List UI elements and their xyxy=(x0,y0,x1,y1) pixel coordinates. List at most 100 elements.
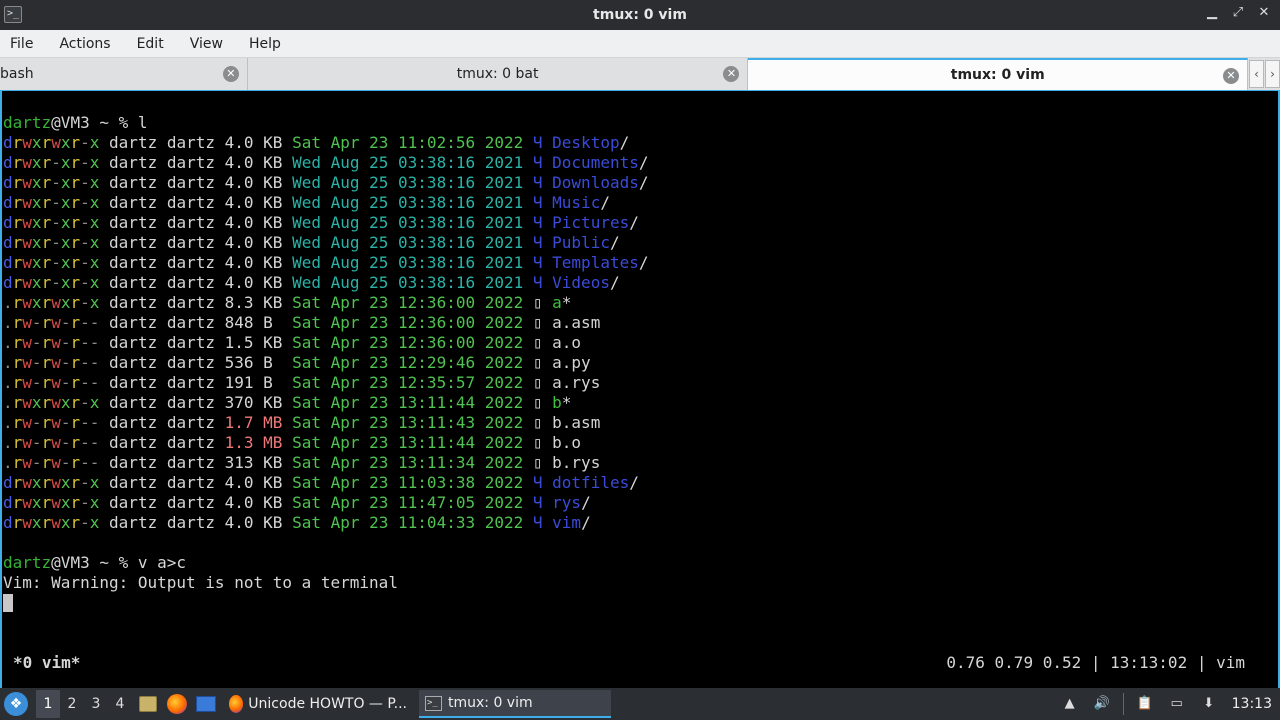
file-name: Templates xyxy=(552,253,639,272)
folder-icon: Ч xyxy=(532,193,553,212)
tab-bar: bash ✕ tmux: 0 bat ✕ tmux: 0 vim ✕ ‹ › xyxy=(0,58,1280,90)
clock[interactable]: 13:13 xyxy=(1232,696,1272,712)
workspace-4[interactable]: 4 xyxy=(108,696,132,712)
listing-row: .rw-rw-r-- dartz dartz 848 B Sat Apr 23 … xyxy=(3,313,600,332)
mod-date: Sat Apr 23 12:36:00 2022 xyxy=(282,293,533,312)
file-icon: ▯ xyxy=(532,433,553,452)
menu-view[interactable]: View xyxy=(190,36,223,52)
prompt-user: dartz xyxy=(3,553,52,572)
permissions: .rw-rw-r-- xyxy=(3,413,100,432)
file-icon: ▯ xyxy=(532,373,553,392)
folder-icon: Ч xyxy=(532,253,553,272)
owner: dartz dartz xyxy=(99,453,225,472)
workspace-1[interactable]: 1 xyxy=(36,690,60,718)
workspace-3[interactable]: 3 xyxy=(84,696,108,712)
folder-icon: Ч xyxy=(532,273,553,292)
listing-row: .rw-rw-r-- dartz dartz 536 B Sat Apr 23 … xyxy=(3,353,591,372)
tab-tmux-bat[interactable]: tmux: 0 bat ✕ xyxy=(248,58,749,90)
prompt-host: @VM3 ~ % xyxy=(51,113,138,132)
listing-row: drwxrwxr-x dartz dartz 4.0 KB Sat Apr 23… xyxy=(3,493,591,512)
mod-date: Sat Apr 23 13:11:44 2022 xyxy=(282,393,533,412)
file-size: 4.0 KB xyxy=(224,133,283,152)
file-suffix: / xyxy=(629,213,639,232)
tab-scroll-right-icon[interactable]: › xyxy=(1265,60,1280,88)
owner: dartz dartz xyxy=(99,213,225,232)
file-size: 1.7 MB xyxy=(224,413,283,432)
folder-icon: Ч xyxy=(532,133,553,152)
menu-help[interactable]: Help xyxy=(249,36,281,52)
listing-row: drwxr-xr-x dartz dartz 4.0 KB Wed Aug 25… xyxy=(3,273,620,292)
menu-edit[interactable]: Edit xyxy=(137,36,164,52)
close-button[interactable]: ✕ xyxy=(1258,5,1270,20)
permissions: drwxrwxr-x xyxy=(3,473,100,492)
folder-icon: Ч xyxy=(532,493,553,512)
update-icon[interactable]: ⬇ xyxy=(1198,693,1220,715)
file-name: Desktop xyxy=(552,133,620,152)
owner: dartz dartz xyxy=(99,413,225,432)
file-size: 848 B xyxy=(224,313,283,332)
system-tray: ▲ 🔊 📋 ▭ ⬇ 13:13 xyxy=(1049,688,1280,720)
file-icon: ▯ xyxy=(532,453,553,472)
volume-icon[interactable]: 🔊 xyxy=(1091,693,1113,715)
task-terminal[interactable]: >_ tmux: 0 vim xyxy=(419,690,611,718)
tab-label: bash xyxy=(0,66,34,82)
terminal-output: dartz@VM3 ~ % l drwxrwxr-x dartz dartz 4… xyxy=(3,113,649,613)
task-firefox[interactable]: Unicode HOWTO — P... xyxy=(223,690,413,718)
file-name: a.o xyxy=(552,333,582,352)
text-cursor xyxy=(3,594,13,612)
file-icon: ▯ xyxy=(532,393,553,412)
mod-date: Wed Aug 25 03:38:16 2021 xyxy=(282,253,533,272)
listing-row: drwxr-xr-x dartz dartz 4.0 KB Wed Aug 25… xyxy=(3,213,639,232)
file-name: vim xyxy=(552,513,582,532)
close-tab-icon[interactable]: ✕ xyxy=(222,66,239,82)
owner: dartz dartz xyxy=(99,433,225,452)
terminal-view[interactable]: dartz@VM3 ~ % l drwxrwxr-x dartz dartz 4… xyxy=(0,90,1280,688)
mod-date: Sat Apr 23 13:11:44 2022 xyxy=(282,433,533,452)
file-suffix: / xyxy=(638,253,649,272)
listing-row: drwxrwxr-x dartz dartz 4.0 KB Sat Apr 23… xyxy=(3,513,591,532)
file-name: a.asm xyxy=(552,313,601,332)
folder-icon: Ч xyxy=(532,233,553,252)
file-name: b.rys xyxy=(552,453,601,472)
owner: dartz dartz xyxy=(99,393,225,412)
maximize-button[interactable]: ⤢ xyxy=(1232,5,1244,20)
file-name: rys xyxy=(552,493,582,512)
mod-date: Sat Apr 23 11:03:38 2022 xyxy=(282,473,533,492)
close-tab-icon[interactable]: ✕ xyxy=(723,66,740,82)
file-size: 191 B xyxy=(224,373,283,392)
listing-row: .rwxrwxr-x dartz dartz 370 KB Sat Apr 23… xyxy=(3,393,571,412)
mod-date: Sat Apr 23 13:11:43 2022 xyxy=(282,413,533,432)
owner: dartz dartz xyxy=(99,313,225,332)
app-launcher-icon[interactable]: ❖ xyxy=(4,692,28,716)
folder-icon: Ч xyxy=(532,153,553,172)
firefox-icon[interactable] xyxy=(164,691,190,717)
permissions: drwxrwxr-x xyxy=(3,493,100,512)
minimize-button[interactable]: ▁ xyxy=(1206,5,1218,20)
clipboard-icon[interactable]: 📋 xyxy=(1134,693,1156,715)
file-icon: ▯ xyxy=(532,413,553,432)
folder-icon: Ч xyxy=(532,513,553,532)
tab-bash[interactable]: bash ✕ xyxy=(0,58,248,90)
show-desktop-icon[interactable] xyxy=(193,691,219,717)
file-size: 4.0 KB xyxy=(224,473,283,492)
close-tab-icon[interactable]: ✕ xyxy=(1223,68,1240,84)
tray-expand-icon[interactable]: ▲ xyxy=(1059,693,1081,715)
file-icon: ▯ xyxy=(532,333,553,352)
mod-date: Wed Aug 25 03:38:16 2021 xyxy=(282,173,533,192)
owner: dartz dartz xyxy=(99,253,225,272)
owner: dartz dartz xyxy=(99,233,225,252)
file-manager-icon[interactable] xyxy=(135,691,161,717)
file-suffix: / xyxy=(629,473,639,492)
file-size: 4.0 KB xyxy=(224,193,283,212)
workspace-2[interactable]: 2 xyxy=(60,696,84,712)
tab-label: tmux: 0 vim xyxy=(950,67,1045,83)
permissions: .rw-rw-r-- xyxy=(3,353,100,372)
tab-scroll-left-icon[interactable]: ‹ xyxy=(1249,60,1265,88)
network-icon[interactable]: ▭ xyxy=(1166,693,1188,715)
file-name: Downloads xyxy=(552,173,639,192)
menu-file[interactable]: File xyxy=(10,36,33,52)
file-icon: ▯ xyxy=(532,313,553,332)
listing-row: drwxr-xr-x dartz dartz 4.0 KB Wed Aug 25… xyxy=(3,253,649,272)
tab-tmux-vim[interactable]: tmux: 0 vim ✕ xyxy=(748,58,1249,90)
menu-actions[interactable]: Actions xyxy=(59,36,110,52)
